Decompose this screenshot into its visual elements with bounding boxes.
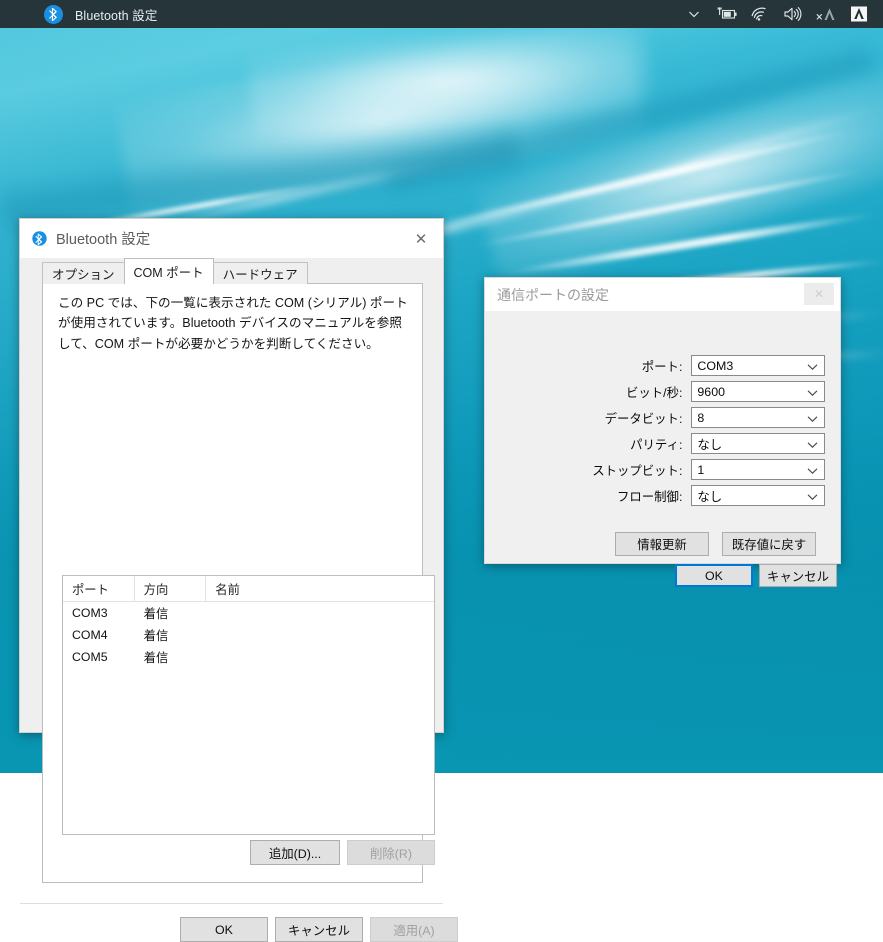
tab-com-ports[interactable]: COM ポート [123,258,214,284]
taskbar-active-app[interactable]: Bluetooth 設定 [0,4,158,24]
battery-charging-icon[interactable] [710,0,743,28]
port-combobox-value: COM3 [697,358,734,373]
cell-name [206,624,434,646]
cancel-button[interactable]: キャンセル [759,564,837,587]
label-data-bits: データビット: [604,411,683,426]
cell-direction: 着信 [143,651,169,665]
flow-control-combobox[interactable]: なし [691,485,825,506]
cell-name [206,646,434,668]
bluetooth-dialog-title: Bluetooth 設定 [56,232,151,248]
chevron-down-icon[interactable] [807,486,818,507]
bluetooth-settings-dialog[interactable]: Bluetooth 設定 ✕ オプション COM ポート ハードウェア この P… [19,218,458,942]
refresh-info-button[interactable]: 情報更新 [615,532,709,556]
field-row-flow-control[interactable]: フロー制御: なし [485,485,825,506]
column-header-direction[interactable]: 方向 [135,576,207,602]
system-tray[interactable] [677,0,883,28]
taskbar[interactable]: Bluetooth 設定 [0,0,883,28]
label-stop-bits: ストップビット: [592,463,683,478]
cell-port: COM5 [72,650,108,664]
taskbar-app-title: Bluetooth 設定 [75,8,158,23]
com-dialog-titlebar[interactable]: 通信ポートの設定 ✕ [485,278,840,311]
com-ports-listview[interactable]: ポート 方向 名前 COM3 着信 COM4 着信 COM5 着信 [62,575,435,835]
label-port: ポート: [641,359,683,374]
close-icon[interactable]: ✕ [399,219,443,258]
chevron-down-icon[interactable] [807,460,818,481]
chevron-down-icon[interactable] [807,408,818,429]
field-row-data-bits[interactable]: データビット: 8 [485,407,825,428]
footer-divider [20,903,443,904]
cancel-button[interactable]: キャンセル [275,917,363,942]
cell-direction: 着信 [143,629,169,643]
field-row-parity[interactable]: パリティ: なし [485,433,825,454]
cell-name [206,602,434,624]
table-row[interactable]: COM4 着信 [63,624,434,646]
chevron-down-icon[interactable] [807,434,818,455]
app-a-icon[interactable] [842,0,875,28]
bluetooth-icon [31,231,47,247]
app-a-muted-icon[interactable] [809,0,842,28]
cell-direction: 着信 [143,607,169,621]
data-bits-combobox[interactable]: 8 [691,407,825,428]
wifi-icon[interactable] [743,0,776,28]
apply-button: 適用(A) [370,917,458,942]
column-header-port[interactable]: ポート [63,576,135,602]
field-row-stop-bits[interactable]: ストップビット: 1 [485,459,825,480]
chevron-down-icon[interactable] [807,382,818,403]
baud-rate-combobox[interactable]: 9600 [691,381,825,402]
com-dialog-title: 通信ポートの設定 [497,286,609,303]
volume-icon[interactable] [776,0,809,28]
port-combobox[interactable]: COM3 [691,355,825,376]
field-row-port[interactable]: ポート: COM3 [485,355,825,376]
listview-header: ポート 方向 名前 [63,576,434,602]
cell-port: COM4 [72,628,108,642]
stop-bits-combobox-value: 1 [697,462,705,477]
table-row[interactable]: COM5 着信 [63,646,434,668]
baud-rate-combobox-value: 9600 [697,384,725,399]
com-ports-description: この PC では、下の一覧に表示された COM (シリアル) ポートが使用されて… [58,296,408,351]
label-parity: パリティ: [630,437,683,452]
bluetooth-tab-strip[interactable]: オプション COM ポート ハードウェア [42,258,308,284]
add-port-button[interactable]: 追加(D)... [250,840,340,865]
table-row[interactable]: COM3 着信 [63,602,434,624]
remove-port-button: 削除(R) [347,840,435,865]
stop-bits-combobox[interactable]: 1 [691,459,825,480]
parity-combobox[interactable]: なし [691,433,825,454]
cell-port: COM3 [72,606,108,620]
flow-control-combobox-value: なし [697,489,723,504]
bluetooth-icon [44,4,63,24]
bluetooth-dialog-titlebar[interactable]: Bluetooth 設定 ✕ [20,219,443,258]
tab-options[interactable]: オプション [42,262,125,284]
label-baud-rate: ビット/秒: [625,385,683,400]
parity-combobox-value: なし [697,437,723,452]
restore-defaults-button[interactable]: 既存値に戻す [722,532,816,556]
tab-hardware[interactable]: ハードウェア [212,262,308,284]
close-icon[interactable]: ✕ [804,283,834,305]
chevron-down-icon[interactable] [807,356,818,377]
label-flow-control: フロー制御: [617,489,683,504]
column-header-name[interactable]: 名前 [206,576,434,602]
com-dialog-body: ポート: COM3 ビット/秒: 9600 データビット: 8 パリティ: なし… [485,311,840,587]
field-row-baud-rate[interactable]: ビット/秒: 9600 [485,381,825,402]
data-bits-combobox-value: 8 [697,410,705,425]
com-port-settings-dialog[interactable]: 通信ポートの設定 ✕ ポート: COM3 ビット/秒: 9600 データビット: [484,277,841,587]
ok-button[interactable]: OK [180,917,268,942]
ok-button[interactable]: OK [675,564,753,587]
chevron-up-overflow-icon[interactable] [677,0,710,28]
